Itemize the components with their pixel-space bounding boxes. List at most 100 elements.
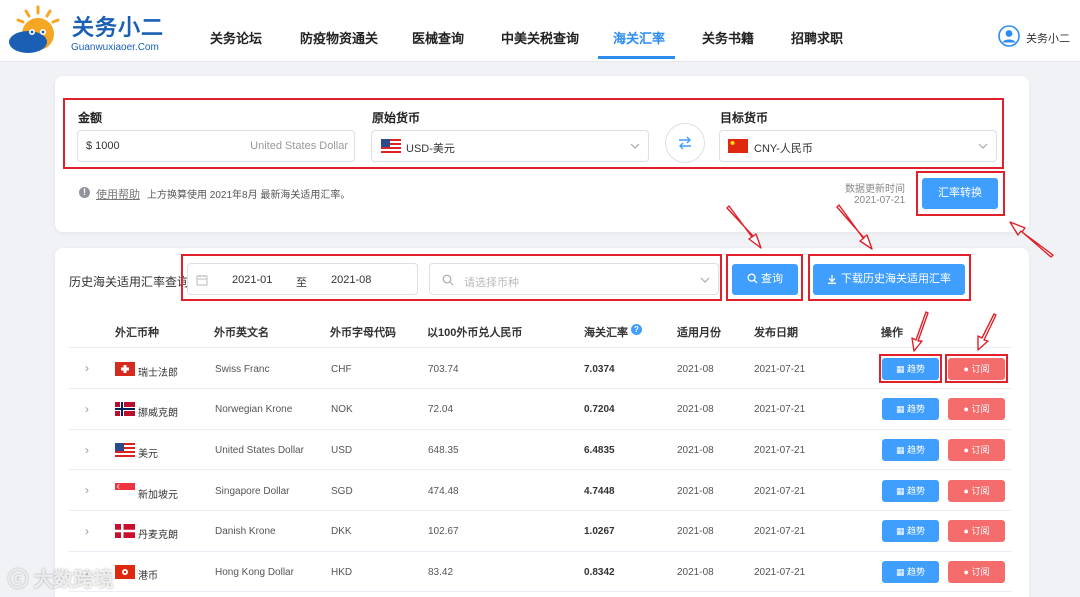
watermark: ⓒ 大数跨境 (8, 563, 114, 592)
nav-item-forum[interactable]: 关务论坛 (210, 28, 262, 47)
query-button[interactable]: 查询 (732, 264, 798, 295)
us-flag-icon (381, 139, 401, 153)
history-query-label: 历史海关适用汇率查询 (69, 275, 190, 289)
nav-item-tariff-query[interactable]: 中美关税查询 (501, 28, 579, 47)
th-publish-date: 发布日期 (754, 327, 798, 339)
amount-input[interactable]: $ 1000 United States Dollar (77, 130, 355, 162)
nav-item-jobs[interactable]: 招聘求职 (791, 28, 843, 47)
subscribe-button[interactable]: ● 订阅 (948, 561, 1005, 583)
trend-button[interactable]: ▦ 趋势 (882, 358, 939, 380)
applicable-month: 2021-08 (677, 364, 714, 375)
question-icon[interactable]: ? (631, 324, 642, 335)
customs-rate: 7.0374 (584, 364, 615, 375)
rate-per100: 83.42 (428, 567, 454, 578)
trend-button[interactable]: ▦ 趋势 (882, 398, 939, 420)
currency-code: SGD (331, 486, 353, 497)
trend-button[interactable]: ▦ 趋势 (882, 520, 939, 542)
search-icon (747, 273, 758, 284)
applicable-month: 2021-08 (677, 404, 714, 415)
expand-chevron-icon[interactable]: › (85, 443, 89, 457)
publish-date: 2021-07-21 (754, 526, 806, 537)
customs-rate: 1.0267 (584, 526, 615, 537)
download-button-label: 下载历史海关适用汇率 (841, 273, 951, 285)
subscribe-button[interactable]: ● 订阅 (948, 439, 1005, 461)
trend-chart-icon: ▦ (895, 404, 907, 414)
calendar-icon (196, 275, 208, 286)
to-currency-label: 目标货币 (720, 111, 769, 125)
nav-item-customs-rate[interactable]: 海关汇率 (613, 28, 665, 47)
from-currency-label: 原始货币 (372, 111, 421, 125)
date-end[interactable]: 2021-08 (331, 274, 371, 286)
nav-item-books[interactable]: 关务书籍 (702, 28, 754, 47)
currency-cn: 挪威克朗 (138, 408, 178, 419)
currency-code: DKK (331, 526, 352, 537)
download-history-button[interactable]: 下载历史海关适用汇率 (813, 264, 965, 295)
currency-select[interactable]: 请选择币种 (429, 263, 719, 295)
swap-arrows-icon (679, 136, 691, 150)
from-currency-value: USD-美元 (406, 143, 455, 155)
expand-chevron-icon[interactable]: › (85, 524, 89, 538)
nav-active-indicator (598, 56, 675, 59)
trend-label: 趋势 (907, 404, 926, 414)
rate-per100: 648.35 (428, 445, 459, 456)
subscribe-button[interactable]: ● 订阅 (948, 398, 1005, 420)
switzerland-flag-icon (115, 362, 135, 376)
brand-name[interactable]: 关务小二 (72, 10, 164, 42)
to-currency-select[interactable]: CNY-人民币 (719, 130, 997, 162)
update-time-value: 2021-07-21 (854, 195, 906, 206)
expand-chevron-icon[interactable]: › (85, 402, 89, 416)
applicable-month: 2021-08 (677, 445, 714, 456)
convert-button[interactable]: 汇率转换 (922, 178, 998, 209)
table-header-divider (68, 347, 1012, 348)
us-flag-icon (115, 443, 135, 457)
amount-unit: United States Dollar (250, 140, 348, 152)
chevron-down-icon (630, 143, 640, 149)
th-month: 适用月份 (677, 327, 721, 339)
user-avatar-icon[interactable] (998, 25, 1020, 47)
help-link[interactable]: 使用帮助 (96, 186, 140, 202)
subscribe-button[interactable]: ● 订阅 (948, 480, 1005, 502)
help-note: 上方换算使用 2021年8月 最新海关适用汇率。 (147, 190, 351, 201)
trend-button[interactable]: ▦ 趋势 (882, 561, 939, 583)
publish-date: 2021-07-21 (754, 404, 806, 415)
currency-en: Swiss Franc (215, 364, 270, 375)
user-name[interactable]: 关务小二 (1026, 30, 1070, 46)
norway-flag-icon (115, 402, 135, 416)
subscribe-button[interactable]: ● 订阅 (948, 358, 1005, 380)
currency-cn: 丹麦克朗 (138, 530, 178, 541)
from-currency-select[interactable]: USD-美元 (371, 130, 649, 162)
chevron-down-icon (978, 143, 988, 149)
nav-item-medical-devices[interactable]: 医械查询 (412, 28, 464, 47)
currency-cn: 瑞士法郎 (138, 368, 178, 379)
subscribe-label: 订阅 (971, 526, 990, 536)
trend-chart-icon: ▦ (895, 567, 907, 577)
date-range-picker[interactable]: 2021-01 至 2021-08 (187, 263, 418, 295)
currency-cn: 新加坡元 (138, 490, 178, 501)
swap-currency-button[interactable] (665, 123, 705, 163)
rate-per100: 703.74 (428, 364, 459, 375)
subscribe-label: 订阅 (971, 445, 990, 455)
trend-label: 趋势 (907, 486, 926, 496)
chevron-down-icon (700, 277, 710, 283)
watermark-logo-icon: ⓒ (8, 569, 34, 591)
expand-chevron-icon[interactable]: › (85, 483, 89, 497)
row-divider (68, 510, 1012, 511)
publish-date: 2021-07-21 (754, 567, 806, 578)
applicable-month: 2021-08 (677, 526, 714, 537)
customs-rate: 6.4835 (584, 445, 615, 456)
trend-button[interactable]: ▦ 趋势 (882, 439, 939, 461)
trend-label: 趋势 (907, 364, 926, 374)
expand-chevron-icon[interactable]: › (85, 361, 89, 375)
nav-item-epidemic-supplies[interactable]: 防疫物资通关 (300, 28, 378, 47)
search-icon (442, 274, 454, 286)
singapore-flag-icon (115, 483, 135, 497)
trend-chart-icon: ▦ (895, 445, 907, 455)
trend-label: 趋势 (907, 526, 926, 536)
rate-per100: 474.48 (428, 486, 459, 497)
th-code: 外币字母代码 (330, 327, 396, 339)
th-english-name: 外币英文名 (214, 327, 269, 339)
subscribe-button[interactable]: ● 订阅 (948, 520, 1005, 542)
trend-button[interactable]: ▦ 趋势 (882, 480, 939, 502)
date-separator: 至 (296, 277, 307, 289)
date-start[interactable]: 2021-01 (232, 274, 272, 286)
